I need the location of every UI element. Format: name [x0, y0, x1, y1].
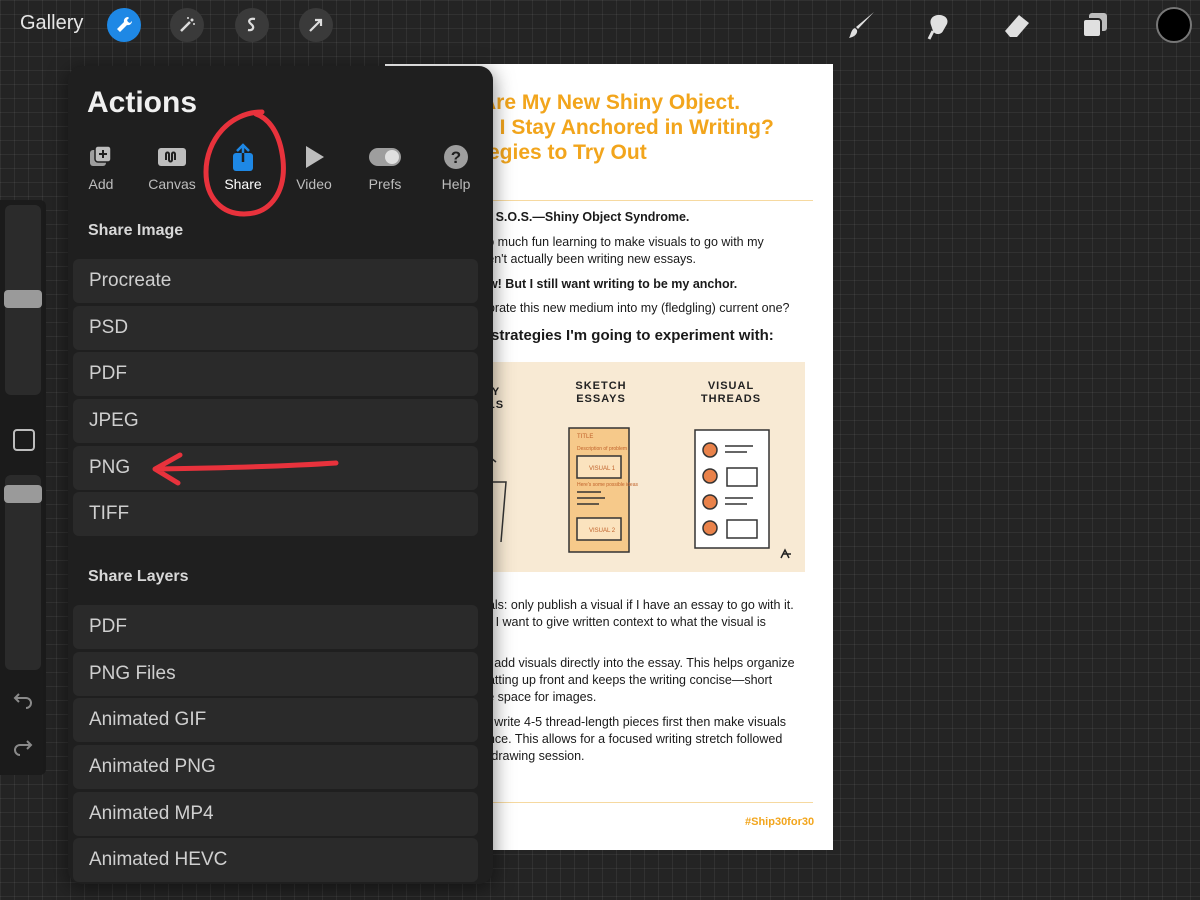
body-line: s: write 4-5 thread-length pieces first …: [481, 715, 786, 729]
share-image-title: Share Image: [88, 222, 184, 239]
tab-share[interactable]: Share: [213, 142, 273, 192]
menu-item-animated-hevc[interactable]: Animated HEVC: [73, 838, 478, 882]
tab-label: Help: [441, 176, 471, 192]
body-line: ven't actually been writing new essays.: [481, 252, 696, 266]
document-title: Are My New Shiny Object. n I Stay Anchore…: [481, 91, 774, 164]
menu-item-animated-png[interactable]: Animated PNG: [73, 745, 478, 789]
sketch-description-text: Description of problem: [577, 446, 627, 452]
tab-label: Add: [88, 176, 114, 192]
tab-label: Prefs: [368, 176, 402, 192]
eraser-icon[interactable]: [998, 7, 1036, 43]
sketch-visual-2-text: VISUAL 2: [589, 528, 616, 534]
body-line: ve space for images.: [481, 690, 597, 704]
body-line: d drawing session.: [481, 749, 585, 763]
tab-add[interactable]: Add: [71, 142, 131, 192]
sketch-ideas-text: Here's some possible ideas: [577, 482, 638, 488]
menu-item-animated-gif[interactable]: Animated GIF: [73, 698, 478, 742]
color-picker[interactable]: [1156, 7, 1192, 43]
menu-item-animated-mp4[interactable]: Animated MP4: [73, 792, 478, 836]
add-image-icon: [71, 142, 131, 172]
gallery-button[interactable]: Gallery: [20, 12, 83, 35]
body-line: aw! But I still want writing to be my an…: [481, 277, 738, 291]
panel-title: Actions: [87, 86, 198, 119]
undo-icon[interactable]: [12, 688, 34, 710]
sketch-title-text: TITLE: [577, 434, 593, 440]
brush-size-thumb[interactable]: [4, 290, 42, 308]
opacity-slider[interactable]: [5, 475, 41, 670]
share-layers-title: Share Layers: [88, 568, 189, 585]
menu-item-png[interactable]: PNG: [73, 446, 478, 490]
body-line: once. This allows for a focused writing …: [481, 732, 783, 746]
hashtag: #Ship30for30: [745, 816, 815, 828]
brush-sidebar: [0, 200, 46, 775]
magic-wand-icon[interactable]: [170, 8, 204, 42]
wrench-icon[interactable]: [107, 8, 141, 42]
title-divider: [481, 200, 813, 201]
tab-help[interactable]: ? Help: [426, 142, 486, 192]
body-line: s: add visuals directly into the essay. …: [481, 656, 795, 670]
canvas-icon: [142, 142, 202, 172]
menu-item-tiff[interactable]: TIFF: [73, 492, 478, 536]
opacity-thumb[interactable]: [4, 485, 42, 503]
menu-item-jpeg[interactable]: JPEG: [73, 399, 478, 443]
tab-label: Video: [296, 176, 332, 192]
body-line: rt, I want to give written context to wh…: [481, 615, 766, 629]
svg-text:?: ?: [451, 148, 461, 167]
share-icon: [213, 142, 273, 172]
menu-item-pdf[interactable]: PDF: [73, 352, 478, 396]
body-line: uals: only publish a visual if I have an…: [481, 598, 794, 612]
tab-label: Share: [224, 176, 262, 192]
menu-item-png-files[interactable]: PNG Files: [73, 652, 478, 696]
body-line: m S.O.S.—Shiny Object Syndrome.: [481, 210, 690, 224]
tab-canvas[interactable]: Canvas: [142, 142, 202, 192]
redo-icon[interactable]: [12, 735, 34, 757]
smudge-icon[interactable]: [920, 7, 958, 43]
tab-prefs[interactable]: Prefs: [355, 142, 415, 192]
toggle-icon: [355, 142, 415, 172]
transform-arrow-icon[interactable]: [299, 8, 333, 42]
layers-icon[interactable]: [1076, 7, 1114, 43]
footer-divider: [481, 802, 813, 803]
body-line: hatting up front and keeps the writing c…: [481, 673, 773, 687]
tab-video[interactable]: Video: [284, 142, 344, 192]
tab-label: Canvas: [148, 176, 196, 192]
strategies-heading: strategies I'm going to experiment with:: [491, 327, 774, 344]
brush-icon[interactable]: [843, 7, 881, 43]
strategies-illustration: Y LS SKETCH ESSAYS VISUAL THREADS TITLE …: [481, 362, 805, 572]
body-line: so much fun learning to make visuals to …: [481, 235, 764, 249]
question-icon: ?: [426, 142, 486, 172]
menu-item-procreate[interactable]: Procreate: [73, 259, 478, 303]
selection-icon[interactable]: [235, 8, 269, 42]
sketch-visual-1-text: VISUAL 1: [589, 466, 616, 472]
menu-item-layers-pdf[interactable]: PDF: [73, 605, 478, 649]
body-line: porate this new medium into my (fledglin…: [481, 301, 790, 315]
menu-item-psd[interactable]: PSD: [73, 306, 478, 350]
illustration-drawing: TITLE Description of problem VISUAL 1 He…: [481, 427, 791, 559]
top-toolbar: Gallery: [0, 0, 1200, 50]
play-icon: [284, 142, 344, 172]
actions-panel: Actions Add Canvas Share Video Prefs ? H…: [68, 66, 493, 884]
modify-button[interactable]: [13, 429, 35, 451]
